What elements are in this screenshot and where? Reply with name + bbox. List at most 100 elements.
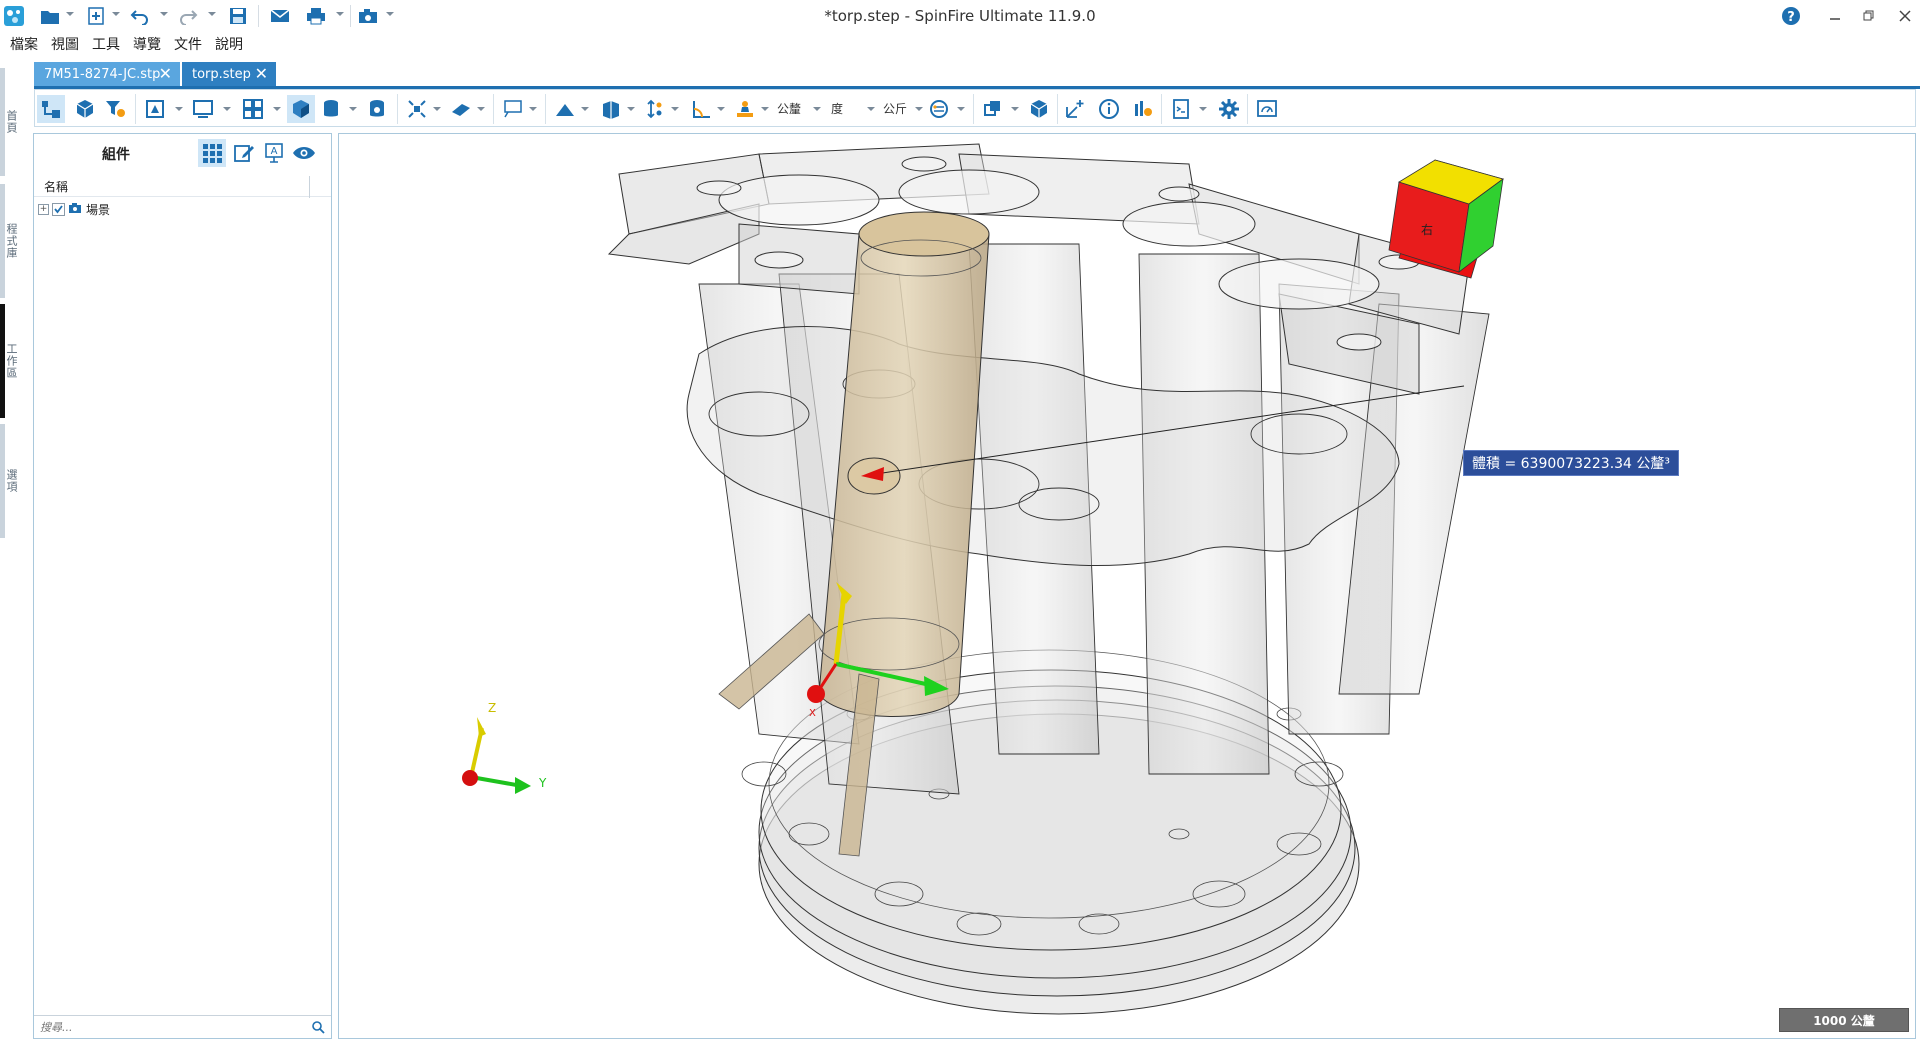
ribbon-toolbar: 公釐 度 公斤: [34, 89, 1916, 127]
cylinder-icon[interactable]: [317, 95, 345, 123]
measure-distance-dropdown-icon[interactable]: [671, 107, 679, 111]
unit-mass-dropdown-icon[interactable]: [915, 107, 923, 111]
analysis-icon[interactable]: [1129, 95, 1157, 123]
close-icon[interactable]: ✕: [255, 64, 268, 83]
compare-icon[interactable]: [925, 95, 953, 123]
info-icon[interactable]: [1095, 95, 1123, 123]
ribbon-separator: [135, 94, 136, 124]
panel-header: 組件 A: [34, 134, 331, 170]
doc-tab-7m51[interactable]: 7M51-8274-JC.stp ✕: [34, 62, 180, 86]
grid-view-icon[interactable]: [198, 139, 226, 167]
ribbon-separator: [397, 94, 398, 124]
measure-mass-dropdown-icon[interactable]: [761, 107, 769, 111]
ribbon-separator: [1161, 94, 1162, 124]
measure-mass-icon[interactable]: [731, 95, 759, 123]
performance-icon[interactable]: [1253, 95, 1281, 123]
3d-viewport[interactable]: Z Y X 右 體積 = 6390073223.34 公釐³ 1000 公釐: [338, 133, 1916, 1039]
assembly-tree-icon[interactable]: [37, 95, 65, 123]
duplicate-icon[interactable]: [979, 95, 1007, 123]
layout-dropdown-icon[interactable]: [273, 107, 281, 111]
minimize-button[interactable]: [1824, 5, 1846, 27]
annotation-icon[interactable]: [499, 95, 527, 123]
tree-item-scene[interactable]: + 場景: [38, 200, 110, 218]
column-separator[interactable]: [309, 176, 310, 198]
label-icon[interactable]: A: [260, 139, 288, 167]
part-icon[interactable]: [71, 95, 99, 123]
unit-length-dropdown-icon[interactable]: [813, 107, 821, 111]
add-point-icon[interactable]: [1061, 95, 1089, 123]
menu-navigate[interactable]: 導覽: [130, 32, 167, 54]
doc-tab-label: 7M51-8274-JC.stp: [44, 66, 161, 82]
unit-angle-dropdown-icon[interactable]: [867, 107, 875, 111]
settings-cylinder-icon[interactable]: [363, 95, 391, 123]
measure-angle-dropdown-icon[interactable]: [717, 107, 725, 111]
tree-item-label: 場景: [86, 202, 111, 217]
menu-help[interactable]: 說明: [212, 32, 249, 54]
column-name-label[interactable]: 名稱: [44, 178, 68, 195]
panel-search: [34, 1015, 331, 1038]
side-tab-library[interactable]: 程式庫: [0, 184, 22, 298]
axis-z-label: Z: [488, 701, 496, 715]
menu-tools[interactable]: 工具: [89, 32, 126, 54]
unit-length-select[interactable]: 公釐: [777, 100, 801, 117]
unit-mass-select[interactable]: 公斤: [883, 100, 907, 117]
menu-bar: 檔案 視圖 工具 導覽 文件 說明: [0, 32, 1920, 54]
script-dropdown-icon[interactable]: [1199, 107, 1207, 111]
volume-measure-label[interactable]: 體積 = 6390073223.34 公釐³: [1463, 450, 1680, 476]
side-tab-home[interactable]: 首頁: [0, 68, 22, 176]
cube-icon[interactable]: [1025, 95, 1053, 123]
help-icon[interactable]: ?: [1780, 5, 1802, 27]
torp-model[interactable]: [607, 143, 1490, 1015]
explode-dropdown-icon[interactable]: [433, 107, 441, 111]
fit-icon[interactable]: [141, 95, 169, 123]
restore-button[interactable]: [1858, 5, 1880, 27]
side-tab-options[interactable]: 選項: [0, 424, 22, 538]
gizmo-x-label: X: [809, 708, 816, 719]
measure-face-icon[interactable]: [597, 95, 625, 123]
display-mode-icon[interactable]: [189, 95, 217, 123]
measure-distance-icon[interactable]: [641, 95, 669, 123]
compare-dropdown-icon[interactable]: [957, 107, 965, 111]
close-icon[interactable]: ✕: [159, 64, 172, 83]
expand-icon[interactable]: +: [38, 203, 49, 215]
menu-document[interactable]: 文件: [171, 32, 208, 54]
eye-icon[interactable]: [290, 139, 318, 167]
section-dropdown-icon[interactable]: [477, 107, 485, 111]
search-input[interactable]: [38, 1018, 302, 1036]
display-dropdown-icon[interactable]: [223, 107, 231, 111]
visibility-checkbox[interactable]: [52, 202, 65, 216]
gear-icon[interactable]: [1215, 95, 1243, 123]
filter-icon[interactable]: [101, 95, 129, 123]
explode-icon[interactable]: [403, 95, 431, 123]
duplicate-dropdown-icon[interactable]: [1011, 107, 1019, 111]
view-cube[interactable]: [1388, 159, 1504, 279]
section-icon[interactable]: [447, 95, 475, 123]
ribbon-separator: [1057, 94, 1058, 124]
layout-icon[interactable]: [239, 95, 267, 123]
doc-tab-torp[interactable]: torp.step ✕: [182, 62, 276, 86]
cylinder-dropdown-icon[interactable]: [349, 107, 357, 111]
ribbon-separator: [545, 94, 546, 124]
unit-angle-select[interactable]: 度: [831, 100, 843, 117]
ribbon-separator: [973, 94, 974, 124]
menu-file[interactable]: 檔案: [7, 32, 44, 54]
column-header: 名稱: [34, 174, 331, 198]
scene-camera-icon: [68, 202, 82, 217]
search-icon[interactable]: [311, 1019, 325, 1038]
measure-point-dropdown-icon[interactable]: [581, 107, 589, 111]
script-icon[interactable]: [1167, 95, 1195, 123]
fit-dropdown-icon[interactable]: [175, 107, 183, 111]
title-bar: *torp.step - SpinFire Ultimate 11.9.0 ?: [0, 0, 1920, 32]
shaded-cube-icon[interactable]: [287, 95, 315, 123]
measure-angle-icon[interactable]: [687, 95, 715, 123]
side-tab-workspace[interactable]: 工作區: [0, 304, 22, 418]
measure-face-dropdown-icon[interactable]: [627, 107, 635, 111]
edit-icon[interactable]: [230, 139, 258, 167]
annotation-dropdown-icon[interactable]: [529, 107, 537, 111]
ribbon-separator: [1247, 94, 1248, 124]
measure-point-icon[interactable]: [551, 95, 579, 123]
close-button[interactable]: [1894, 5, 1916, 27]
menu-view[interactable]: 視圖: [48, 32, 85, 54]
model-canvas[interactable]: Z Y X 右: [339, 134, 1915, 1038]
window-title: *torp.step - SpinFire Ultimate 11.9.0: [824, 7, 1096, 25]
